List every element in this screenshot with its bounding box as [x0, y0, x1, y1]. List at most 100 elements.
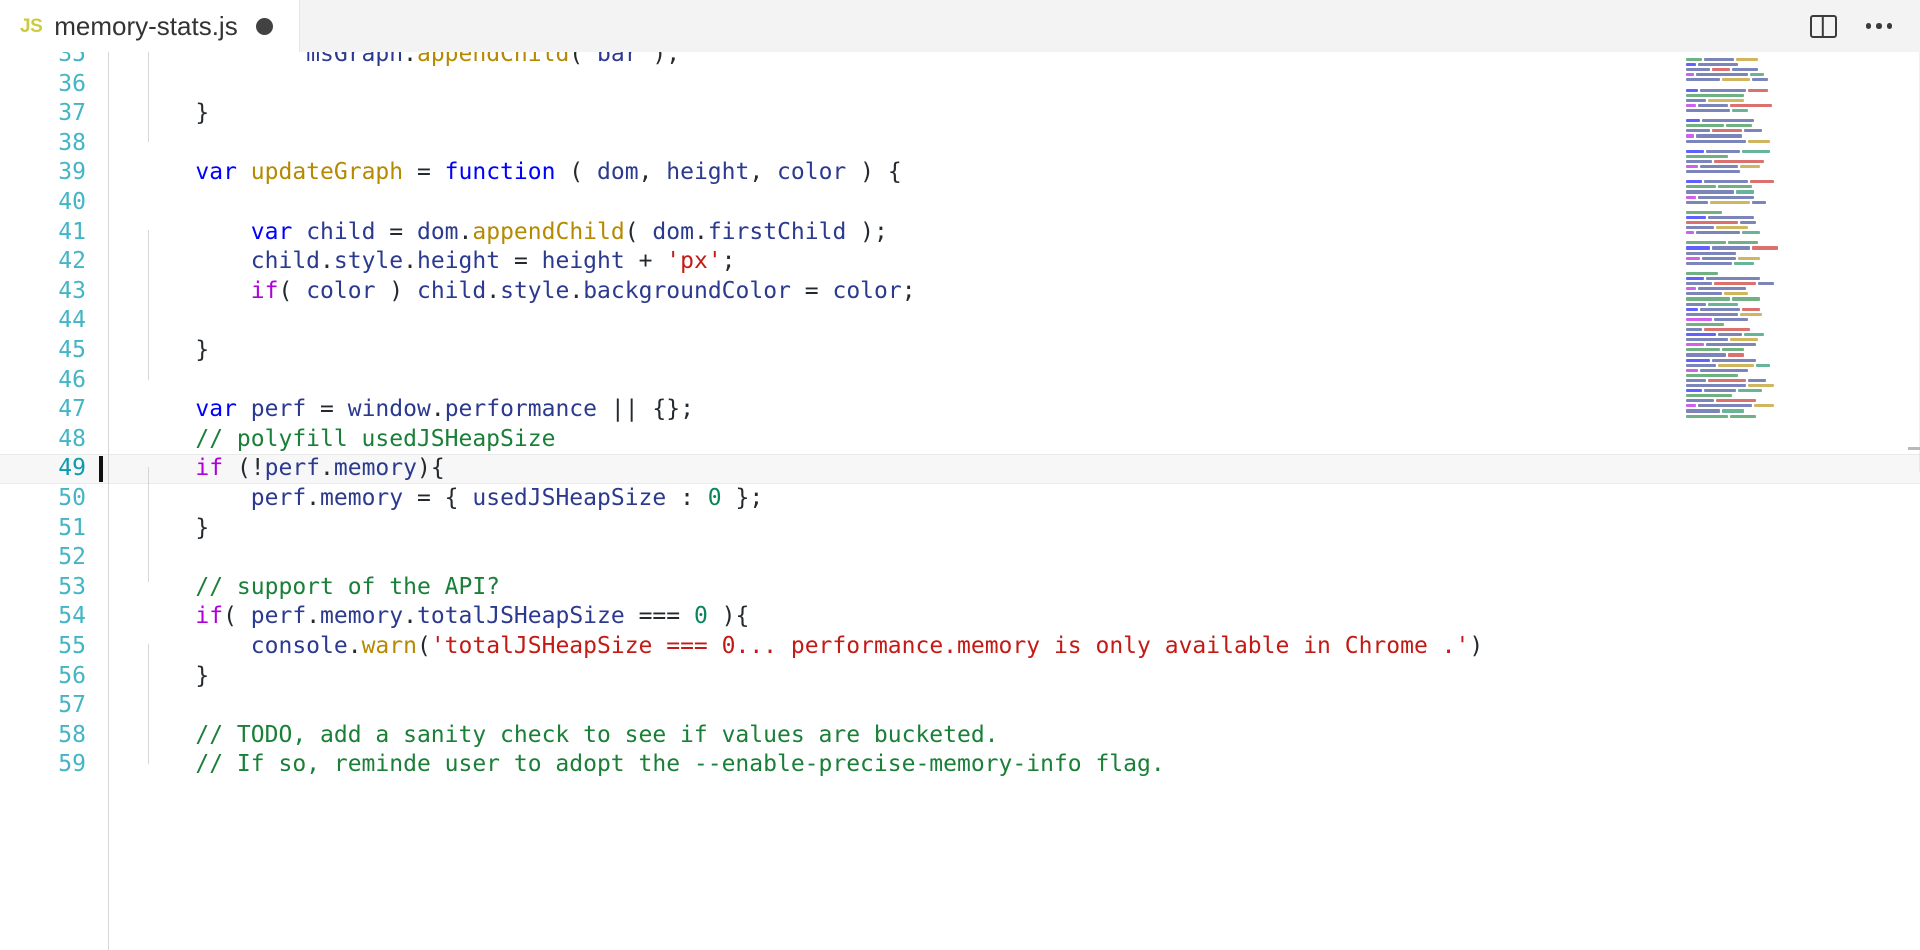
code-text: if (!perf.memory){	[140, 454, 1920, 484]
minimap-segment	[1686, 129, 1710, 132]
code-text: // polyfill usedJSHeapSize	[140, 425, 1920, 455]
code-line[interactable]: 57	[0, 691, 1920, 721]
line-number: 48	[0, 425, 86, 455]
token-plain	[140, 278, 251, 304]
code-line[interactable]: 39 var updateGraph = function ( dom, hei…	[0, 158, 1920, 188]
code-line[interactable]: 52	[0, 543, 1920, 573]
minimap-line	[1682, 287, 1912, 290]
minimap-segment	[1730, 104, 1772, 107]
minimap-segment	[1686, 308, 1698, 311]
minimap-segment	[1700, 308, 1740, 311]
code-line[interactable]: 43 if( color ) child.style.backgroundCol…	[0, 277, 1920, 307]
minimap-segment	[1686, 170, 1740, 173]
token-prop: firstChild	[708, 219, 846, 245]
code-minimap[interactable]	[1682, 58, 1912, 478]
minimap-segment	[1752, 201, 1766, 204]
code-line[interactable]: 45 }	[0, 336, 1920, 366]
code-line[interactable]: 36	[0, 70, 1920, 100]
minimap-segment	[1752, 78, 1768, 81]
code-line[interactable]: 55 console.warn('totalJSHeapSize === 0..…	[0, 632, 1920, 662]
minimap-segment	[1686, 277, 1704, 280]
minimap-segment	[1686, 409, 1720, 412]
code-line[interactable]: 54 if( perf.memory.totalJSHeapSize === 0…	[0, 602, 1920, 632]
code-line[interactable]: 47 var perf = window.performance || {};	[0, 395, 1920, 425]
code-text: var perf = window.performance || {};	[140, 395, 1920, 425]
code-line[interactable]: 48 // polyfill usedJSHeapSize	[0, 425, 1920, 455]
code-text: console.warn('totalJSHeapSize === 0... p…	[140, 632, 1920, 662]
code-text: // support of the API?	[140, 573, 1920, 603]
token-plain: )	[1469, 633, 1483, 659]
code-line[interactable]: 41 var child = dom.appendChild( dom.firs…	[0, 218, 1920, 248]
code-text: perf.memory = { usedJSHeapSize : 0 };	[140, 484, 1920, 514]
token-fn: appendChild	[417, 52, 569, 67]
minimap-line	[1682, 196, 1912, 199]
code-line[interactable]: 50 perf.memory = { usedJSHeapSize : 0 };	[0, 484, 1920, 514]
minimap-line	[1682, 323, 1912, 326]
minimap-line	[1682, 145, 1912, 148]
minimap-segment	[1718, 185, 1752, 188]
code-line-active[interactable]: 49 if (!perf.memory){	[0, 454, 1920, 484]
minimap-segment	[1686, 404, 1696, 407]
minimap-segment	[1686, 318, 1712, 321]
code-line[interactable]: 56 }	[0, 662, 1920, 692]
minimap-segment	[1686, 323, 1724, 326]
code-text: }	[140, 662, 1920, 692]
unsaved-changes-dot-icon[interactable]	[256, 18, 273, 35]
token-plain	[140, 485, 251, 511]
token-plain	[140, 248, 251, 274]
minimap-line	[1682, 415, 1912, 418]
code-line[interactable]: 59 // If so, reminde user to adopt the -…	[0, 750, 1920, 780]
token-plain: .	[403, 248, 417, 274]
code-line[interactable]: 44	[0, 306, 1920, 336]
token-kw: var	[251, 219, 293, 245]
token-plain	[140, 159, 195, 185]
minimap-line	[1682, 267, 1912, 270]
minimap-segment	[1740, 313, 1762, 316]
token-plain: );	[846, 219, 888, 245]
line-number: 38	[0, 129, 86, 159]
line-number: 40	[0, 188, 86, 218]
code-lines-container[interactable]: 35 msGraph.appendChild( bar );3637 }3839…	[0, 52, 1920, 950]
minimap-line	[1682, 409, 1912, 412]
token-kw: var	[195, 396, 237, 422]
line-number: 35	[0, 52, 86, 70]
tab-filename-label: memory-stats.js	[54, 13, 237, 39]
minimap-segment	[1686, 282, 1712, 285]
code-line[interactable]: 53 // support of the API?	[0, 573, 1920, 603]
minimap-segment	[1698, 404, 1752, 407]
token-plain: }	[140, 515, 209, 541]
code-editor[interactable]: 35 msGraph.appendChild( bar );3637 }3839…	[0, 52, 1920, 950]
code-line[interactable]: 37 }	[0, 99, 1920, 129]
minimap-segment	[1712, 129, 1742, 132]
code-line[interactable]: 42 child.style.height = height + 'px';	[0, 247, 1920, 277]
code-line[interactable]: 40	[0, 188, 1920, 218]
token-prop: usedJSHeapSize	[472, 485, 666, 511]
token-id: dom	[652, 219, 694, 245]
code-line[interactable]: 38	[0, 129, 1920, 159]
token-id: perf	[251, 603, 306, 629]
token-plain	[237, 396, 251, 422]
code-line[interactable]: 51 }	[0, 514, 1920, 544]
editor-tab-memory-stats-js[interactable]: JS memory-stats.js	[0, 0, 300, 52]
token-ctl: if	[195, 455, 223, 481]
minimap-segment	[1686, 196, 1696, 199]
code-line[interactable]: 35 msGraph.appendChild( bar );	[0, 52, 1920, 70]
code-line[interactable]: 46	[0, 366, 1920, 396]
minimap-segment	[1708, 303, 1738, 306]
minimap-line	[1682, 78, 1912, 81]
more-actions-button[interactable]	[1856, 4, 1902, 48]
text-cursor	[99, 456, 103, 482]
minimap-line	[1682, 379, 1912, 382]
minimap-segment	[1686, 246, 1710, 249]
code-text: var updateGraph = function ( dom, height…	[140, 158, 1920, 188]
minimap-line	[1682, 257, 1912, 260]
token-plain: .	[320, 248, 334, 274]
minimap-line	[1682, 297, 1912, 300]
code-line[interactable]: 58 // TODO, add a sanity check to see if…	[0, 721, 1920, 751]
token-id: child	[306, 219, 375, 245]
split-editor-button[interactable]	[1800, 4, 1846, 48]
token-id: console	[251, 633, 348, 659]
minimap-segment	[1740, 221, 1756, 224]
token-cmt: // If so, reminde user to adopt the --en…	[195, 751, 1164, 777]
vertical-scrollbar-thumb[interactable]	[1908, 447, 1920, 450]
